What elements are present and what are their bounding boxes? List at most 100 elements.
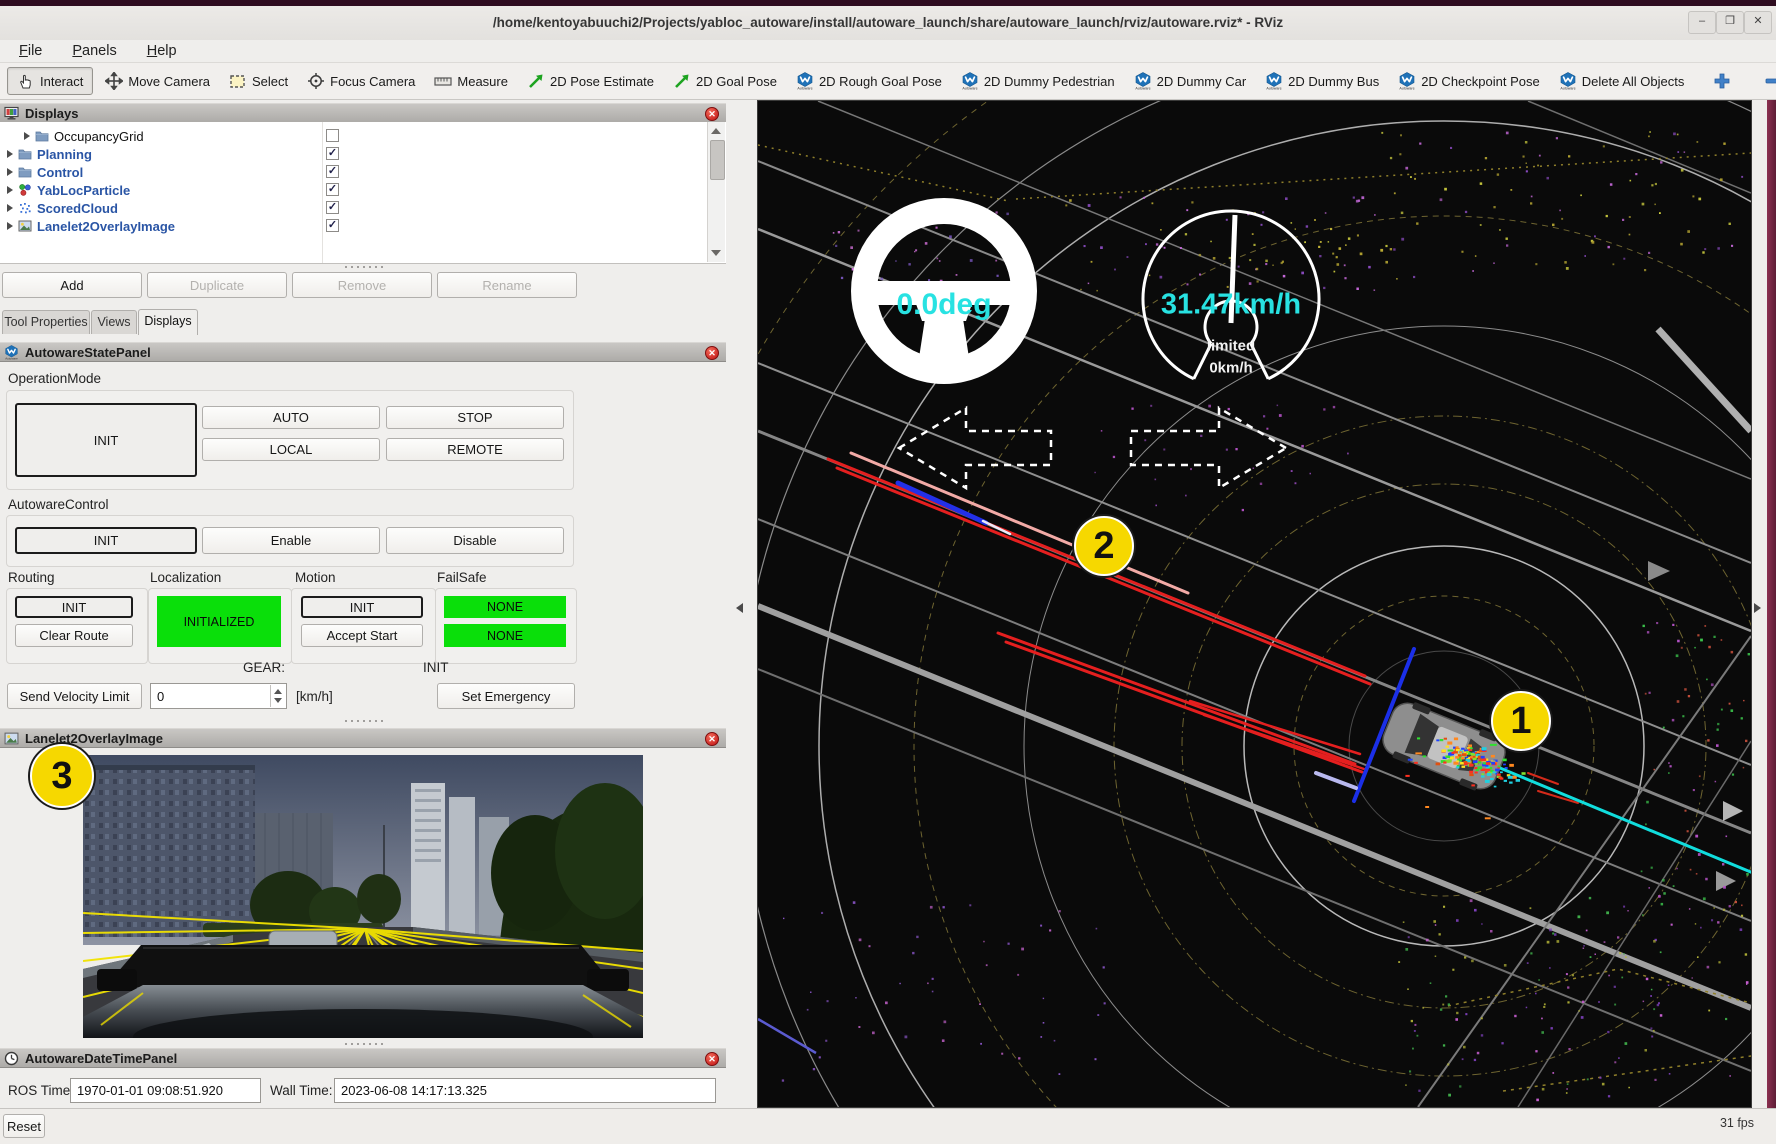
tree-row-yablocparticle[interactable]: YabLocParticle ✓ <box>0 181 726 199</box>
tool-select[interactable]: Select <box>229 72 288 90</box>
tree-row-scoredcloud[interactable]: ScoredCloud ✓ <box>0 199 726 217</box>
operation-mode-local-button[interactable]: LOCAL <box>202 438 380 461</box>
datetime-panel-header[interactable]: AutowareDateTimePanel ✕ <box>0 1048 726 1068</box>
splitter-collapse-right-icon[interactable] <box>1754 603 1761 613</box>
operation-mode-remote-button[interactable]: REMOTE <box>386 438 564 461</box>
duplicate-button[interactable]: Duplicate <box>147 272 287 298</box>
close-icon[interactable]: ✕ <box>705 732 719 746</box>
autoware-control-init-button[interactable]: INIT <box>15 527 197 554</box>
expand-icon[interactable] <box>7 222 13 230</box>
send-velocity-limit-button[interactable]: Send Velocity Limit <box>7 683 142 709</box>
tool-2d-pose-estimate[interactable]: 2D Pose Estimate <box>527 72 654 90</box>
tree-row-occupancygrid[interactable]: OccupancyGrid <box>0 127 726 145</box>
wall-time-field[interactable]: 2023-06-08 14:17:13.325 <box>334 1078 716 1103</box>
visibility-checkbox[interactable]: ✓ <box>326 201 339 214</box>
expand-icon[interactable] <box>7 204 13 212</box>
state-panel-header[interactable]: AutowareStatePanel ✕ <box>0 342 726 362</box>
tool-2d-dummy-bus[interactable]: 2D Dummy Bus <box>1265 72 1379 90</box>
tool-2d-dummy-car[interactable]: 2D Dummy Car <box>1134 72 1247 90</box>
visibility-checkbox[interactable]: ✓ <box>326 183 339 196</box>
add-tool-button[interactable] <box>1713 72 1731 90</box>
tool-interact[interactable]: Interact <box>7 67 93 95</box>
remove-tool-button[interactable] <box>1764 72 1776 90</box>
autoware-control-enable-button[interactable]: Enable <box>202 527 380 554</box>
minimize-button[interactable]: – <box>1688 11 1716 34</box>
close-icon[interactable]: ✕ <box>705 107 719 121</box>
tool-2d-rough-goal-pose[interactable]: 2D Rough Goal Pose <box>796 72 942 90</box>
displays-panel-title: Displays <box>25 106 78 121</box>
motion-label: Motion <box>295 570 336 585</box>
scroll-down-icon[interactable] <box>711 250 721 256</box>
titlebar[interactable]: /home/kentoyabuuchi2/Projects/yabloc_aut… <box>0 6 1776 41</box>
displays-tree: OccupancyGrid Planning ✓ Control ✓ YabLo… <box>0 122 726 264</box>
tree-row-lanelet2overlayimage[interactable]: Lanelet2OverlayImage ✓ <box>0 217 726 235</box>
close-button[interactable]: ✕ <box>1744 11 1772 34</box>
ros-time-field[interactable]: 1970-01-01 09:08:51.920 <box>70 1078 261 1103</box>
add-button[interactable]: Add <box>2 272 142 298</box>
particles-icon <box>18 183 32 197</box>
failsafe-mrm-behavior-badge: NONE <box>444 624 566 647</box>
tree-row-planning[interactable]: Planning ✓ <box>0 145 726 163</box>
speed-value: 31.47km/h <box>1161 289 1301 322</box>
displays-panel-header[interactable]: Displays ✕ <box>0 103 726 123</box>
scroll-up-icon[interactable] <box>711 128 721 134</box>
3d-viewport[interactable]: 0.0deg 31.47km/h limited 0km/h 2 1 <box>757 100 1752 1108</box>
tool-focus-camera[interactable]: Focus Camera <box>307 72 415 90</box>
rename-button[interactable]: Rename <box>437 272 577 298</box>
reset-button[interactable]: Reset <box>3 1114 45 1138</box>
visibility-checkbox[interactable]: ✓ <box>326 165 339 178</box>
splitter-handle[interactable] <box>343 719 383 723</box>
tool-2d-goal-pose[interactable]: 2D Goal Pose <box>673 72 777 90</box>
motion-init-button[interactable]: INIT <box>301 596 423 618</box>
spinner-arrows[interactable] <box>270 685 285 707</box>
autoware-control-disable-button[interactable]: Disable <box>386 527 564 554</box>
velocity-limit-spinbox[interactable]: 0 <box>150 683 287 709</box>
accept-start-button[interactable]: Accept Start <box>301 624 423 647</box>
maximize-button[interactable]: ❐ <box>1716 11 1744 34</box>
visibility-checkbox[interactable]: ✓ <box>326 219 339 232</box>
image-panel-title: Lanelet2OverlayImage <box>25 731 163 746</box>
visibility-checkbox[interactable] <box>326 129 339 142</box>
tool-2d-dummy-pedestrian[interactable]: 2D Dummy Pedestrian <box>961 72 1115 90</box>
menu-panels[interactable]: Panels <box>57 41 131 61</box>
tool-measure[interactable]: Measure <box>434 72 508 90</box>
speed-limit-value: 0km/h <box>1209 360 1252 377</box>
operation-mode-auto-button[interactable]: AUTO <box>202 406 380 429</box>
splitter-collapse-left-icon[interactable] <box>736 603 743 613</box>
clear-route-button[interactable]: Clear Route <box>15 624 133 647</box>
splitter-handle[interactable] <box>343 1042 383 1046</box>
expand-icon[interactable] <box>7 186 13 194</box>
operation-mode-stop-button[interactable]: STOP <box>386 406 564 429</box>
expand-icon[interactable] <box>7 150 13 158</box>
tree-row-control[interactable]: Control ✓ <box>0 163 726 181</box>
wall-time-label: Wall Time: <box>270 1083 333 1098</box>
image-panel-header[interactable]: Lanelet2OverlayImage ✕ <box>0 728 726 748</box>
toolbar: Interact Move Camera Select Focus Camera… <box>0 63 1776 100</box>
routing-label: Routing <box>8 570 55 585</box>
tool-2d-checkpoint-pose[interactable]: 2D Checkpoint Pose <box>1398 72 1540 90</box>
menu-help[interactable]: Help <box>132 41 192 61</box>
spin-down-icon[interactable] <box>274 698 282 703</box>
tree-scrollbar[interactable] <box>707 122 725 262</box>
annotation-marker-2: 2 <box>1074 516 1134 576</box>
tool-move-camera[interactable]: Move Camera <box>105 72 210 90</box>
spin-up-icon[interactable] <box>274 689 282 694</box>
tab-displays[interactable]: Displays <box>138 309 198 335</box>
tab-tool-properties[interactable]: Tool Properties <box>2 310 90 334</box>
tab-views[interactable]: Views <box>91 310 137 334</box>
scrollbar-thumb[interactable] <box>710 140 725 180</box>
monitor-icon <box>4 106 19 121</box>
routing-init-button[interactable]: INIT <box>15 596 133 618</box>
menu-file[interactable]: File <box>4 41 57 61</box>
set-emergency-button[interactable]: Set Emergency <box>437 683 575 709</box>
tool-delete-all-objects[interactable]: Delete All Objects <box>1559 72 1685 90</box>
splitter-handle[interactable] <box>343 265 383 269</box>
operation-mode-init-button[interactable]: INIT <box>15 403 197 477</box>
close-icon[interactable]: ✕ <box>705 346 719 360</box>
expand-icon[interactable] <box>7 168 13 176</box>
close-icon[interactable]: ✕ <box>705 1052 719 1066</box>
remove-button[interactable]: Remove <box>292 272 432 298</box>
speed-limited-label: limited <box>1207 338 1255 355</box>
expand-icon[interactable] <box>24 132 30 140</box>
visibility-checkbox[interactable]: ✓ <box>326 147 339 160</box>
